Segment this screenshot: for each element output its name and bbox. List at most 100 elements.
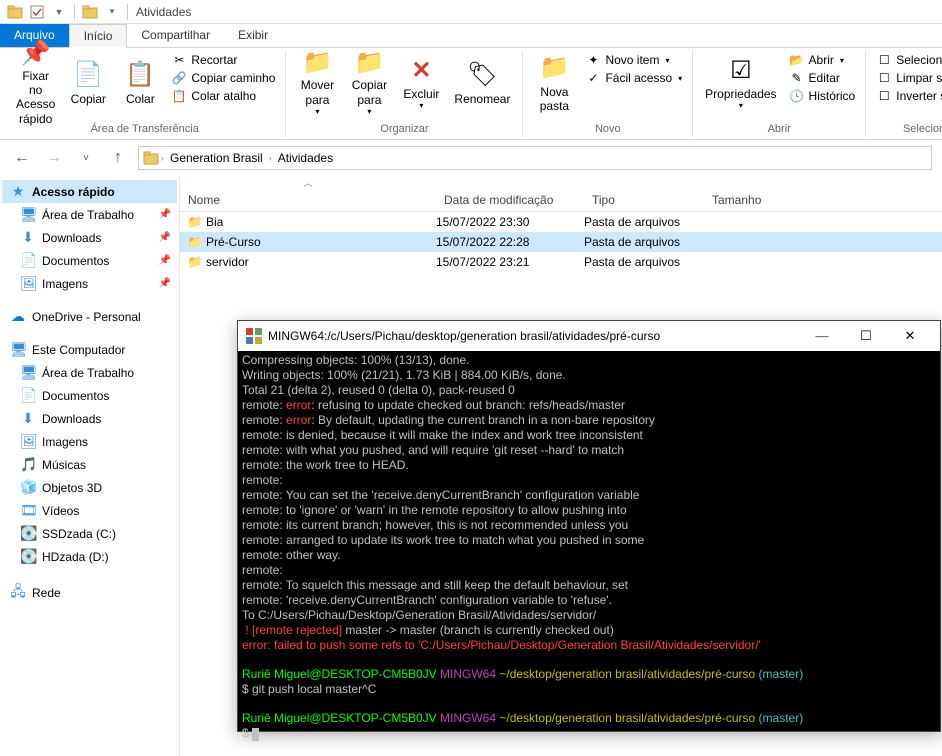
nav-documents2[interactable]: 📄Documentos [2,384,177,407]
tab-view[interactable]: Exibir [224,24,282,47]
nav-downloads2[interactable]: ⬇Downloads [2,407,177,430]
maximize-button[interactable]: ☐ [844,321,888,351]
nav-images[interactable]: 🖼Imagens📌 [2,272,177,295]
group-label: Abrir [699,121,859,137]
separator [74,4,75,20]
terminal-titlebar[interactable]: MINGW64:/c/Users/Pichau/desktop/generati… [238,321,940,351]
nav-ssd-c[interactable]: 💽SSDzada (C:) [2,522,177,545]
nav-quick-access[interactable]: ★Acesso rápido [2,180,177,203]
selectnone-icon: ☐ [876,71,892,85]
drive-icon: 💽 [20,548,36,565]
forward-button[interactable]: → [42,146,66,170]
edit-button[interactable]: ✎Editar [785,70,860,86]
invert-selection-button[interactable]: ☐Inverter seleção [872,88,942,104]
nav-hd-d[interactable]: 💽HDzada (D:) [2,545,177,568]
shortcut-icon: 📋 [171,89,187,103]
nav-desktop2[interactable]: 🖥Área de Trabalho [2,361,177,384]
chevron-down-icon[interactable]: ▼ [48,1,70,23]
tab-home[interactable]: Início [69,24,128,48]
easyaccess-icon: ✓ [585,71,601,85]
col-date[interactable]: Data de modificação [436,193,584,207]
nav-3d-objects[interactable]: 🧊Objetos 3D [2,476,177,499]
ribbon: 📌Fixar no Acesso rápido 📄Copiar 📋Colar ✂… [0,48,942,140]
paste-shortcut-button[interactable]: 📋Colar atalho [167,88,279,104]
star-icon: ★ [10,183,26,200]
nav-desktop[interactable]: 🖥Área de Trabalho📌 [2,203,177,226]
up-button[interactable]: ↑ [106,146,130,170]
back-button[interactable]: ← [10,146,34,170]
easy-access-button[interactable]: ✓Fácil acesso▾ [581,70,686,86]
delete-button[interactable]: ✕Excluir▾ [396,50,446,116]
desktop-icon: 🖥 [20,364,36,381]
crumb-generation[interactable]: Generation Brasil [166,151,267,165]
rename-button[interactable]: 🏷Renomear [448,50,516,116]
paste-button[interactable]: 📋Colar [115,50,165,116]
nav-documents[interactable]: 📄Documentos📌 [2,249,177,272]
moveto-icon: 📁 [302,49,332,78]
properties-icon: ☑ [730,55,752,87]
col-type[interactable]: Tipo [584,193,704,207]
delete-icon: ✕ [411,55,431,87]
sort-indicator-icon: ︿ [180,176,436,189]
copy-button[interactable]: 📄Copiar [63,50,113,116]
table-row[interactable]: 📁 Bia 15/07/2022 23:30 Pasta de arquivos [180,212,942,232]
music-icon: 🎵 [20,456,36,473]
newfolder-icon: 📁 [539,53,569,85]
table-row[interactable]: 📁 Pré-Curso 15/07/2022 22:28 Pasta de ar… [180,232,942,252]
group-label: Novo [529,121,686,137]
edit-icon: ✎ [789,71,805,85]
nav-images2[interactable]: 🖼Imagens [2,430,177,453]
pin-icon: 📌 [159,209,171,220]
copy-path-button[interactable]: 🔗Copiar caminho [167,70,279,86]
nav-network[interactable]: 🖧Rede [2,578,177,608]
qat-properties-button[interactable] [26,1,48,23]
network-icon: 🖧 [10,581,26,605]
move-to-button[interactable]: 📁Mover para▾ [292,50,342,116]
close-button[interactable]: ✕ [888,321,932,351]
select-none-button[interactable]: ☐Limpar seleção [872,70,942,86]
folder-icon: 📁 [186,235,204,249]
table-row[interactable]: 📁 servidor 15/07/2022 23:21 Pasta de arq… [180,252,942,272]
chevron-right-icon[interactable]: › [269,153,272,163]
tab-share[interactable]: Compartilhar [127,24,224,47]
properties-button[interactable]: ☑Propriedades▾ [699,50,782,116]
terminal-title: MINGW64:/c/Users/Pichau/desktop/generati… [268,329,800,343]
terminal-window: MINGW64:/c/Users/Pichau/desktop/generati… [237,320,941,732]
nav-this-pc[interactable]: 🖥Este Computador [2,338,177,361]
nav-onedrive[interactable]: ☁OneDrive - Personal [2,305,177,328]
quick-access-toolbar: ▼ ▾ Atividades [0,0,942,24]
copyto-icon: 📁 [354,49,384,78]
copy-icon: 📄 [73,60,103,92]
drive-icon: 💽 [20,525,36,542]
invert-icon: ☐ [876,89,892,103]
column-headers: Nome Data de modificação Tipo Tamanho [180,189,942,212]
pin-button[interactable]: 📌Fixar no Acesso rápido [10,50,61,116]
window-title: Atividades [136,5,191,19]
col-name[interactable]: Nome [180,193,436,207]
nav-music[interactable]: 🎵Músicas [2,453,177,476]
breadcrumb[interactable]: › Generation Brasil › Atividades [138,146,932,170]
select-all-button[interactable]: ☐Selecionar tudo [872,52,942,68]
chevron-down-icon[interactable]: ▾ [101,1,123,23]
nav-videos[interactable]: 🎞Vídeos [2,499,177,522]
nav-downloads[interactable]: ⬇Downloads📌 [2,226,177,249]
terminal-output[interactable]: Compressing objects: 100% (13/13), done.… [238,351,940,743]
paste-icon: 📋 [125,60,155,92]
chevron-right-icon[interactable]: › [161,153,164,163]
folder-icon [4,1,26,23]
new-item-button[interactable]: ✦Novo item▾ [581,52,686,68]
path-icon: 🔗 [171,71,187,85]
history-button[interactable]: 🕓Histórico [785,88,860,104]
ribbon-tabs: Arquivo Início Compartilhar Exibir [0,24,942,48]
document-icon: 📄 [20,387,36,404]
open-button[interactable]: 📂Abrir▾ [785,52,860,68]
copy-to-button[interactable]: 📁Copiar para▾ [344,50,394,116]
cursor [252,728,259,741]
cut-button[interactable]: ✂Recortar [167,52,279,68]
recent-dropdown[interactable]: ˅ [74,146,98,170]
minimize-button[interactable]: — [800,321,844,351]
col-size[interactable]: Tamanho [704,193,794,207]
crumb-atividades[interactable]: Atividades [274,151,337,165]
pin-icon: 📌 [159,232,171,243]
new-folder-button[interactable]: 📁Nova pasta [529,50,579,116]
